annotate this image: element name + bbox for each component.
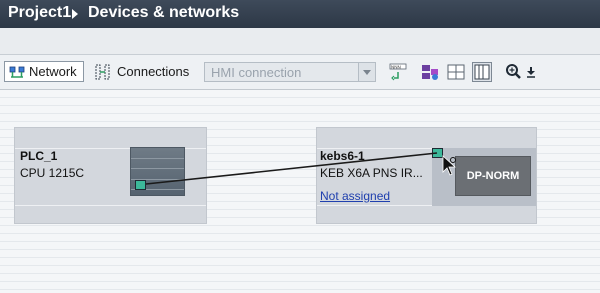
cursor-icon (442, 155, 457, 176)
connection-overlay (145, 152, 457, 185)
network-connection-line[interactable] (145, 152, 438, 185)
